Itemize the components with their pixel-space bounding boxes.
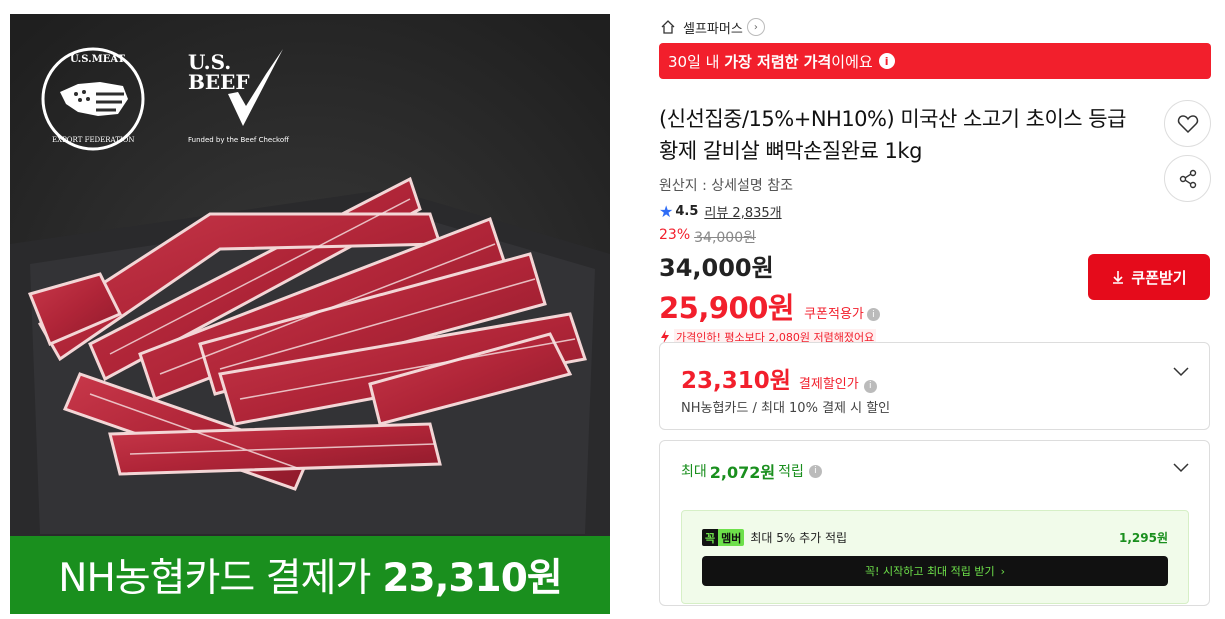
heart-icon: [1177, 114, 1198, 133]
usmef-logo: U.S.MEAT EXPORT FEDERATION: [38, 44, 158, 154]
rating-score: 4.5: [675, 204, 699, 219]
coupon-download-button[interactable]: 쿠폰받기: [1088, 254, 1210, 300]
member-badge-1: 꼭: [702, 529, 719, 546]
store-link[interactable]: 셀프파머스 ›: [659, 14, 1211, 40]
product-title: (신선집중/15%+NH10%) 미국산 소고기 초이스 등급 황제 갈비살 뼈…: [659, 107, 1126, 163]
card-discount-panel[interactable]: 23,310원 결제할인가 i NH농협카드 / 최대 10% 결제 시 할인: [659, 342, 1210, 430]
coupon-button-label: 쿠폰받기: [1131, 268, 1187, 287]
member-badge-2: 멤버: [718, 529, 745, 546]
member-badge: 꼭 멤버: [702, 529, 745, 546]
usmef-bottom-text: EXPORT FEDERATION: [52, 136, 135, 144]
hero-price-banner: NH농협카드 결제가 23,310원: [10, 536, 610, 614]
points-amount: 2,072원: [709, 463, 776, 482]
star-icon: ★: [659, 202, 674, 221]
member-benefit-box: 꼭 멤버 최대 5% 추가 적립 1,295원 꼭! 시작하고 최대 적립 받기…: [681, 510, 1189, 604]
chevron-down-icon[interactable]: [1173, 463, 1189, 473]
wishlist-button[interactable]: [1164, 100, 1211, 147]
chevron-right-icon: ›: [746, 18, 765, 36]
card-discount-label: 결제할인가: [798, 377, 859, 392]
lowest-prefix: 30일 내: [668, 52, 725, 71]
hero-banner-price: 23,310원: [382, 556, 562, 601]
coupon-price: 25,900원: [659, 291, 795, 325]
product-info-panel: 셀프파머스 › 30일 내 가장 저렴한 가격 이에요 i (신선집중/15%+…: [659, 14, 1211, 606]
share-button[interactable]: [1164, 155, 1211, 202]
review-link[interactable]: 리뷰 2,835개: [704, 202, 781, 221]
download-icon: [1113, 271, 1124, 284]
info-icon[interactable]: i: [878, 53, 895, 69]
member-text: 최대 5% 추가 적립: [750, 531, 848, 545]
product-image[interactable]: U.S.MEAT EXPORT FEDERATION U.S. BEEF Fun…: [10, 14, 610, 614]
discount-line: 23% 34,000원: [659, 227, 1211, 247]
usbeef-logo: U.S. BEEF Funded by the Beef Checkoff: [188, 44, 298, 154]
coupon-price-label: 쿠폰적용가 i: [804, 303, 880, 322]
store-name: 셀프파머스: [683, 21, 743, 37]
brand-logos: U.S.MEAT EXPORT FEDERATION U.S. BEEF Fun…: [38, 44, 298, 154]
info-icon[interactable]: i: [866, 308, 880, 321]
info-icon[interactable]: i: [808, 464, 822, 478]
lowest-strong: 가장 저렴한 가격: [724, 52, 832, 71]
card-discount-sub: NH농협카드 / 최대 10% 결제 시 할인: [681, 401, 891, 416]
card-discount-amount: 23,310원: [681, 368, 791, 394]
discount-rate: 23%: [659, 227, 691, 243]
info-icon[interactable]: i: [863, 379, 877, 393]
rating-row[interactable]: ★ 4.5 리뷰 2,835개: [659, 202, 1211, 221]
usmef-top-text: U.S.MEAT: [70, 54, 125, 65]
hero-banner-text: NH농협카드 결제가: [58, 556, 371, 601]
coupon-price-label-text: 쿠폰적용가: [804, 307, 864, 322]
checkmark-icon: [228, 49, 283, 126]
points-panel[interactable]: 최대 2,072원 적립 i 꼭 멤버 최대 5% 추가 적립 1,295원 꼭…: [659, 440, 1210, 606]
chevron-down-icon[interactable]: [1173, 367, 1189, 377]
points-suffix: 적립: [778, 464, 804, 480]
original-price: 34,000원: [694, 230, 756, 246]
share-icon: [1179, 169, 1196, 188]
origin-info: 원산지 : 상세설명 참조: [659, 178, 793, 194]
member-start-button[interactable]: 꼭! 시작하고 최대 적립 받기 ›: [702, 556, 1168, 586]
points-prefix: 최대: [681, 464, 707, 480]
usbeef-sub: Funded by the Beef Checkoff: [188, 136, 289, 144]
lowest-price-banner[interactable]: 30일 내 가장 저렴한 가격 이에요 i: [659, 43, 1211, 79]
home-icon: [661, 20, 675, 34]
chevron-right-icon: ›: [1000, 564, 1006, 578]
member-button-label: 꼭! 시작하고 최대 적립 받기: [864, 565, 995, 578]
member-amount: 1,295원: [1119, 531, 1168, 545]
lowest-suffix: 이에요: [831, 52, 873, 71]
